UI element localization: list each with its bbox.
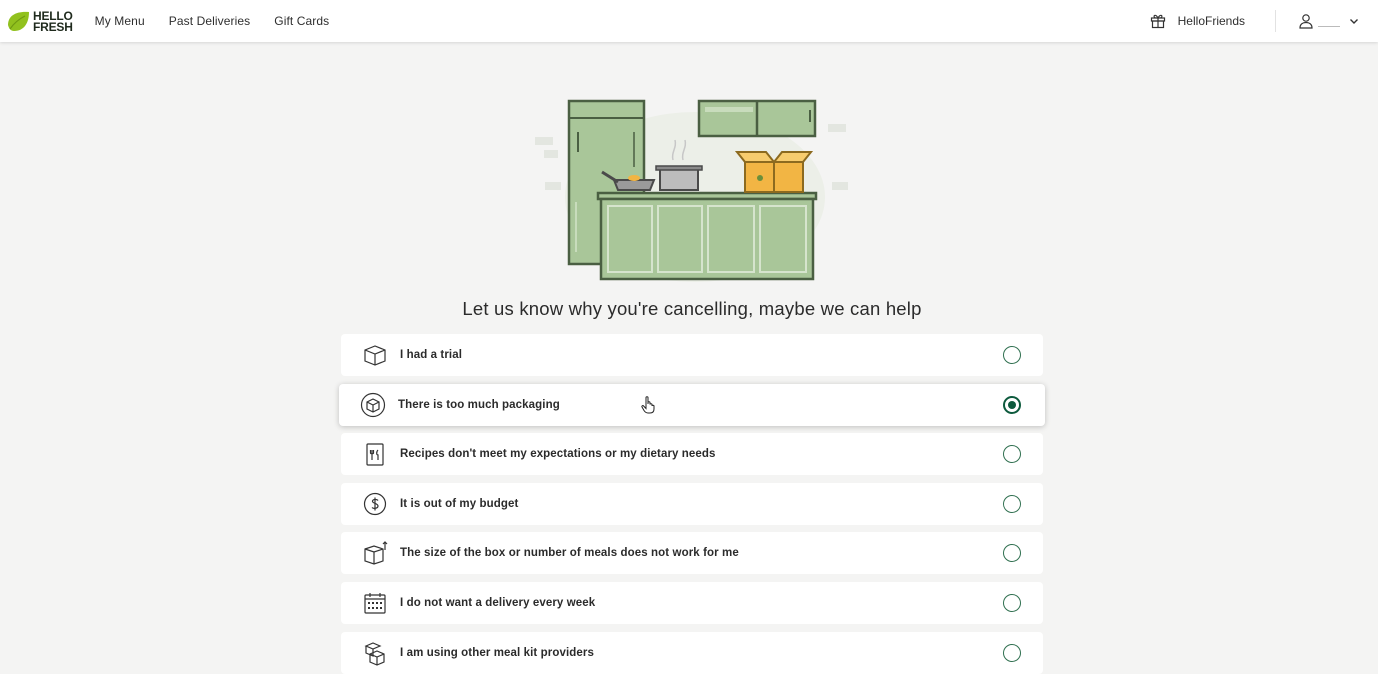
nav-my-menu[interactable]: My Menu xyxy=(95,14,145,28)
kitchen-illustration xyxy=(535,99,848,282)
reason-option[interactable]: It is out of my budget xyxy=(341,482,1043,525)
reason-radio[interactable] xyxy=(1003,643,1021,662)
reason-option[interactable]: I do not want a delivery every week xyxy=(341,581,1043,624)
reason-radio[interactable] xyxy=(1003,395,1021,414)
reason-option-selected[interactable]: There is too much packaging xyxy=(339,383,1045,426)
reason-option[interactable]: Recipes don't meet my expectations or my… xyxy=(341,433,1043,476)
calendar-icon xyxy=(364,592,386,614)
hellofriends-label: HelloFriends xyxy=(1177,14,1245,28)
gift-icon xyxy=(1150,14,1165,29)
box-icon xyxy=(364,345,386,366)
reason-label: I do not want a delivery every week xyxy=(400,596,596,609)
header-divider xyxy=(1275,10,1276,32)
brand-wordmark: HELLO FRESH xyxy=(33,10,73,34)
page-title: Let us know why you're cancelling, maybe… xyxy=(462,298,922,319)
header-right: HelloFriends xyxy=(1150,0,1378,42)
reason-option[interactable]: I had a trial xyxy=(341,334,1043,376)
brand-line-2: FRESH xyxy=(33,19,73,34)
reason-radio[interactable] xyxy=(1003,445,1021,464)
reason-label: I am using other meal kit providers xyxy=(400,646,594,659)
hellofresh-logo[interactable]: HELLO FRESH xyxy=(5,0,73,42)
account-menu[interactable] xyxy=(1298,13,1360,29)
recipe-card-icon xyxy=(366,443,384,466)
recycle-box-icon xyxy=(360,392,386,417)
nav-gift-cards[interactable]: Gift Cards xyxy=(274,14,329,28)
reason-label: There is too much packaging xyxy=(398,398,560,411)
reason-label: I had a trial xyxy=(400,349,463,361)
reason-radio[interactable] xyxy=(1003,544,1021,563)
user-icon xyxy=(1299,14,1313,29)
reason-label: It is out of my budget xyxy=(400,497,519,510)
radio-dot xyxy=(1008,400,1016,409)
main-nav: My Menu Past Deliveries Gift Cards xyxy=(95,14,354,28)
hellofriends-link[interactable]: HelloFriends xyxy=(1150,13,1245,29)
reason-radio[interactable] xyxy=(1003,494,1021,513)
hand-cursor-icon xyxy=(641,396,655,414)
account-name-field xyxy=(1318,15,1340,27)
reason-option[interactable]: The size of the box or number of meals d… xyxy=(341,532,1043,575)
cancellation-reasons-list: I had a trial There is too much packagin… xyxy=(339,334,1045,674)
reason-label: The size of the box or number of meals d… xyxy=(400,547,739,560)
top-navigation-bar: HELLO FRESH My Menu Past Deliveries Gift… xyxy=(0,0,1378,42)
reason-radio[interactable] xyxy=(1003,346,1021,364)
boxes-icon xyxy=(364,641,385,666)
reason-option[interactable]: I am using other meal kit providers xyxy=(341,631,1043,674)
reason-radio[interactable] xyxy=(1003,593,1021,612)
leaf-logo-icon xyxy=(8,11,29,31)
reason-label: Recipes don't meet my expectations or my… xyxy=(400,448,716,461)
nav-past-deliveries[interactable]: Past Deliveries xyxy=(169,14,251,28)
dollar-icon xyxy=(363,492,387,515)
chevron-down-icon[interactable] xyxy=(1348,15,1360,27)
box-size-icon xyxy=(364,541,388,566)
